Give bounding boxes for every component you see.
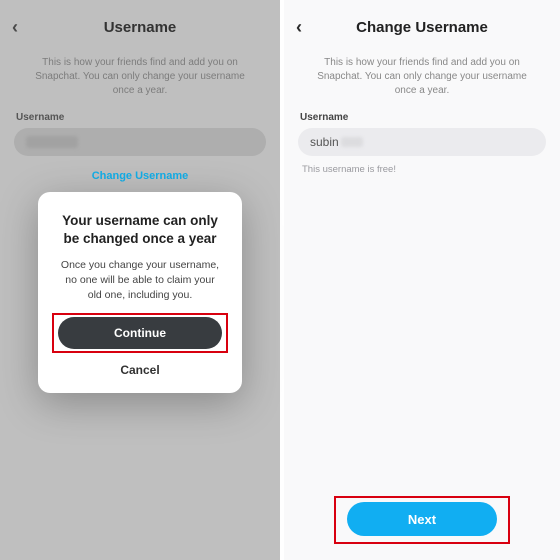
username-field[interactable] — [14, 128, 266, 156]
field-label-username: Username — [284, 112, 560, 128]
next-button[interactable]: Next — [347, 502, 497, 536]
username-status: This username is free! — [284, 156, 560, 183]
page-subtext: This is how your friends find and add yo… — [284, 48, 560, 112]
page-subtext: This is how your friends find and add yo… — [0, 48, 280, 112]
username-input-value: subin — [310, 135, 339, 149]
back-icon[interactable]: ‹ — [12, 17, 36, 38]
page-title: Change Username — [284, 19, 560, 36]
screen-username: ‹ Username This is how your friends find… — [0, 0, 280, 560]
confirm-modal: Your username can only be changed once a… — [38, 192, 242, 393]
topbar: ‹ Change Username — [284, 0, 560, 48]
page-title: Username — [0, 19, 280, 36]
modal-body: Once you change your username, no one wi… — [54, 258, 226, 316]
redacted-username — [26, 136, 78, 148]
back-icon[interactable]: ‹ — [296, 17, 320, 38]
cancel-button[interactable]: Cancel — [54, 349, 226, 377]
redacted-suffix — [341, 137, 363, 147]
screen-change-username: ‹ Change Username This is how your frien… — [284, 0, 560, 560]
field-label-username: Username — [0, 112, 280, 128]
username-input[interactable]: subin — [298, 128, 546, 156]
continue-button[interactable]: Continue — [58, 317, 222, 349]
topbar: ‹ Username — [0, 0, 280, 48]
modal-title: Your username can only be changed once a… — [54, 212, 226, 258]
change-username-link[interactable]: Change Username — [0, 156, 280, 182]
